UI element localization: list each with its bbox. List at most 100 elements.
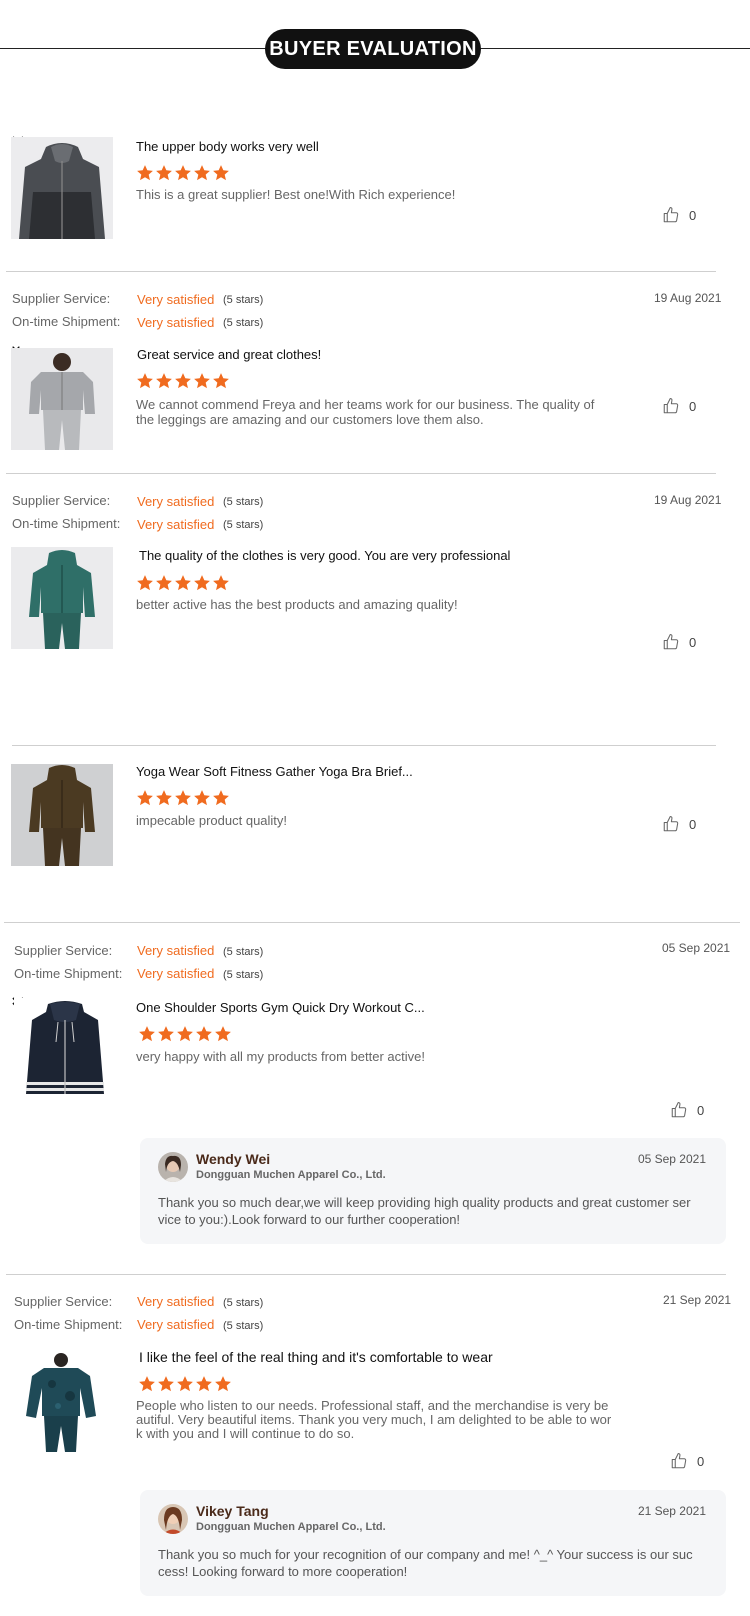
- review-product-title[interactable]: Yoga Wear Soft Fitness Gather Yoga Bra B…: [136, 764, 413, 779]
- star-icon: [136, 574, 154, 592]
- star-icon: [195, 1025, 213, 1043]
- like-button[interactable]: 0: [670, 1101, 704, 1119]
- thumbs-up-icon: [670, 1452, 688, 1470]
- review-product-title[interactable]: One Shoulder Sports Gym Quick Dry Workou…: [136, 1000, 425, 1015]
- like-button[interactable]: 0: [662, 206, 696, 224]
- star-icon: [155, 164, 173, 182]
- star-icon: [193, 789, 211, 807]
- reply-date: 21 Sep 2021: [637, 1504, 706, 1518]
- like-button[interactable]: 0: [662, 397, 696, 415]
- star-icon: [193, 574, 211, 592]
- on-time-shipment-label: On-time Shipment:: [14, 1317, 123, 1332]
- review-product-title[interactable]: The quality of the clothes is very good.…: [139, 548, 510, 563]
- like-count: 0: [697, 1453, 705, 1469]
- navy-varsity-jacket-icon: [14, 998, 116, 1100]
- star-icon: [193, 372, 211, 390]
- on-time-shipment-stars: (5 stars): [223, 519, 264, 531]
- product-image[interactable]: [11, 137, 113, 239]
- reply-company: Dongguan Muchen Apparel Co., Ltd.: [196, 1521, 386, 1533]
- star-icon: [155, 574, 173, 592]
- rating-stars: [136, 164, 230, 182]
- star-icon: [193, 164, 211, 182]
- product-image[interactable]: [20, 1350, 102, 1452]
- rating-stars: [138, 1375, 232, 1393]
- product-image[interactable]: [14, 998, 116, 1100]
- thumbs-up-icon: [662, 206, 680, 224]
- star-icon: [214, 1375, 232, 1393]
- thumbs-up-icon: [662, 815, 680, 833]
- reply-author-name: Wendy Wei: [196, 1151, 271, 1167]
- reply-date: 05 Sep 2021: [637, 1152, 706, 1166]
- star-icon: [174, 574, 192, 592]
- supplier-service-label: Supplier Service:: [12, 291, 111, 306]
- supplier-service-value: Very satisfied: [137, 943, 215, 958]
- gray-hoodie-icon: [11, 137, 113, 239]
- star-icon: [176, 1375, 194, 1393]
- on-time-shipment-label: On-time Shipment:: [14, 966, 123, 981]
- star-icon: [157, 1025, 175, 1043]
- like-count: 0: [689, 398, 697, 414]
- supplier-service-stars: (5 stars): [223, 496, 264, 508]
- like-button[interactable]: 0: [670, 1452, 704, 1470]
- review-divider: [12, 745, 716, 746]
- star-icon: [174, 164, 192, 182]
- camo-tracksuit-icon: [20, 1350, 102, 1452]
- reply-text: Thank you so much for your recognition o…: [158, 1547, 693, 1579]
- olive-tracksuit-icon: [11, 764, 113, 866]
- review-date: 21 Sep 2021: [663, 1293, 732, 1307]
- star-icon: [136, 789, 154, 807]
- star-icon: [195, 1375, 213, 1393]
- review-product-title[interactable]: Great service and great clothes!: [137, 347, 321, 362]
- on-time-shipment-value: Very satisfied: [137, 315, 215, 330]
- supplier-reply: Wendy Wei Dongguan Muchen Apparel Co., L…: [140, 1138, 726, 1244]
- product-image[interactable]: [11, 764, 113, 866]
- star-icon: [212, 372, 230, 390]
- on-time-shipment-label: On-time Shipment:: [12, 516, 121, 531]
- review-divider: [6, 271, 716, 272]
- review-comment: very happy with all my products from bet…: [136, 1049, 426, 1064]
- review-divider: [4, 922, 740, 923]
- supplier-service-value: Very satisfied: [137, 1294, 215, 1309]
- star-icon: [176, 1025, 194, 1043]
- star-icon: [212, 164, 230, 182]
- light-gray-tracksuit-icon: [11, 348, 113, 450]
- review-product-title[interactable]: The upper body works very well: [136, 139, 319, 154]
- supplier-service-stars: (5 stars): [223, 1297, 264, 1309]
- reply-author-name: Vikey Tang: [196, 1503, 269, 1519]
- product-image[interactable]: [11, 547, 113, 649]
- review-product-title[interactable]: I like the feel of the real thing and it…: [139, 1349, 493, 1365]
- star-icon: [136, 372, 154, 390]
- star-icon: [155, 372, 173, 390]
- like-button[interactable]: 0: [662, 633, 696, 651]
- rating-stars: [136, 789, 230, 807]
- review-comment: People who listen to our needs. Professi…: [136, 1398, 612, 1441]
- supplier-service-stars: (5 stars): [223, 294, 264, 306]
- supplier-service-label: Supplier Service:: [14, 1294, 113, 1309]
- on-time-shipment-value: Very satisfied: [137, 517, 215, 532]
- rating-stars: [136, 372, 230, 390]
- like-count: 0: [689, 816, 697, 832]
- star-icon: [138, 1025, 156, 1043]
- supplier-service-label: Supplier Service:: [12, 493, 111, 508]
- review-date: 19 Aug 2021: [654, 493, 722, 507]
- star-icon: [136, 164, 154, 182]
- reply-company: Dongguan Muchen Apparel Co., Ltd.: [196, 1169, 386, 1181]
- supplier-reply: Vikey Tang Dongguan Muchen Apparel Co., …: [140, 1490, 726, 1596]
- on-time-shipment-value: Very satisfied: [137, 966, 215, 981]
- person-avatar-icon: [158, 1152, 188, 1182]
- on-time-shipment-stars: (5 stars): [223, 969, 264, 981]
- like-button[interactable]: 0: [662, 815, 696, 833]
- avatar: [158, 1504, 188, 1534]
- avatar: [158, 1152, 188, 1182]
- supplier-service-stars: (5 stars): [223, 946, 264, 958]
- review-comment: better active has the best products and …: [136, 597, 458, 612]
- review-date: 05 Sep 2021: [662, 941, 731, 955]
- rating-stars: [138, 1025, 232, 1043]
- star-icon: [174, 372, 192, 390]
- review-divider: [6, 473, 716, 474]
- thumbs-up-icon: [670, 1101, 688, 1119]
- product-image[interactable]: [11, 348, 113, 450]
- supplier-service-value: Very satisfied: [137, 292, 215, 307]
- star-icon: [214, 1025, 232, 1043]
- star-icon: [157, 1375, 175, 1393]
